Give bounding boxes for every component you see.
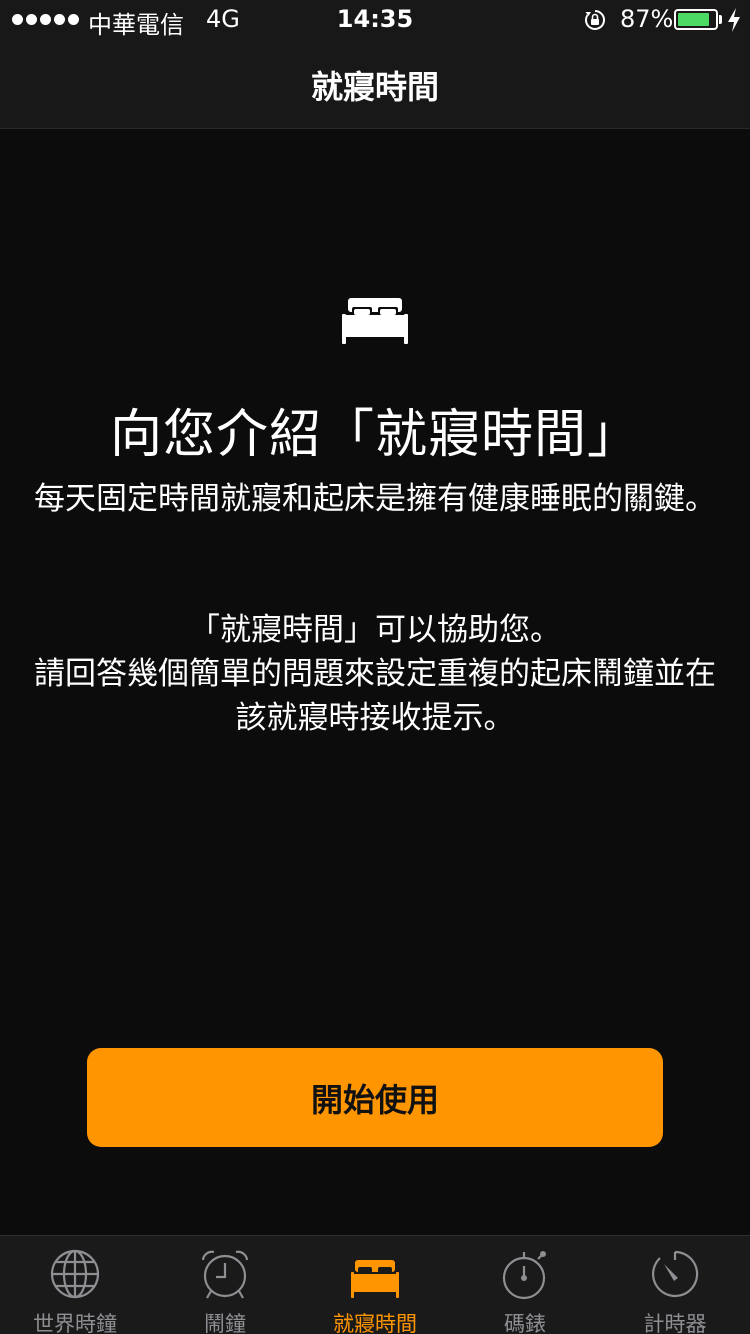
get-started-label: 開始使用 bbox=[310, 1080, 439, 1119]
charging-bolt-icon bbox=[728, 8, 740, 32]
tab-bedtime[interactable]: 就寢時間 bbox=[300, 1236, 450, 1334]
status-bar: 中華電信 4G 14:35 87% bbox=[0, 0, 750, 40]
battery-icon bbox=[674, 9, 718, 30]
intro-paragraph-2-line-2: 請回答幾個簡單的問題來設定重複的起床鬧鐘並在該就寢時接收提示。 bbox=[34, 656, 716, 736]
tab-timer[interactable]: 計時器 bbox=[600, 1236, 750, 1334]
bed-icon bbox=[342, 298, 408, 344]
tab-alarm[interactable]: 鬧鐘 bbox=[150, 1236, 300, 1334]
tab-bar: 世界時鐘 鬧鐘 就寢時間 碼錶 計時器 bbox=[0, 1235, 750, 1334]
tab-stopwatch[interactable]: 碼錶 bbox=[450, 1236, 600, 1334]
intro-headline: 向您介紹「就寢時間」 bbox=[109, 405, 640, 465]
get-started-button[interactable]: 開始使用 bbox=[87, 1048, 663, 1147]
page-title: 就寢時間 bbox=[310, 68, 439, 106]
navigation-bar: 就寢時間 bbox=[0, 40, 750, 129]
stopwatch-icon bbox=[502, 1251, 546, 1300]
tab-label: 就寢時間 bbox=[333, 1312, 417, 1334]
battery-percent: 87% bbox=[620, 5, 674, 33]
timer-icon bbox=[652, 1250, 699, 1298]
intro-paragraph-2-line-1: 「就寢時間」可以協助您。 bbox=[189, 612, 561, 648]
battery-tip bbox=[719, 15, 722, 24]
orientation-lock-icon bbox=[585, 10, 605, 30]
intro-paragraph-2: 「就寢時間」可以協助您。 請回答幾個簡單的問題來設定重複的起床鬧鐘並在該就寢時接… bbox=[20, 608, 730, 740]
tab-label: 計時器 bbox=[643, 1312, 707, 1334]
bedtime-screen: 中華電信 4G 14:35 87% 就寢時間 向您介紹「就寢時間」 每天固定時間… bbox=[0, 0, 750, 1334]
tab-label: 鬧鐘 bbox=[204, 1312, 246, 1334]
alarm-clock-icon bbox=[201, 1250, 249, 1299]
intro-paragraph-1: 每天固定時間就寢和起床是擁有健康睡眠的關鍵。 bbox=[34, 481, 716, 517]
bed-icon bbox=[351, 1260, 399, 1298]
tab-label: 碼錶 bbox=[504, 1312, 546, 1334]
battery-level bbox=[678, 13, 709, 26]
globe-icon bbox=[50, 1249, 100, 1299]
tab-world-clock[interactable]: 世界時鐘 bbox=[0, 1236, 150, 1334]
tab-label: 世界時鐘 bbox=[33, 1312, 117, 1334]
